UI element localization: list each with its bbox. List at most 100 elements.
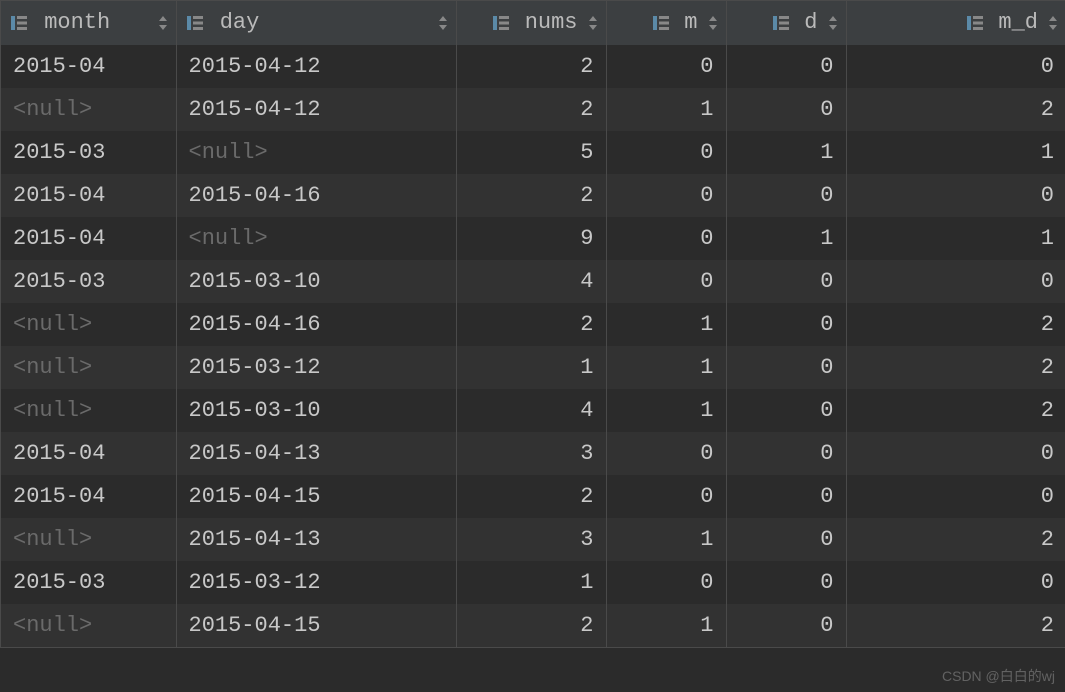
table-row[interactable]: <null>2015-04-133102 <box>1 518 1065 561</box>
cell-month[interactable]: 2015-03 <box>1 561 176 604</box>
cell-m_d[interactable]: 0 <box>846 174 1065 217</box>
cell-month[interactable]: <null> <box>1 88 176 131</box>
table-row[interactable]: 2015-042015-04-133000 <box>1 432 1065 475</box>
table-row[interactable]: 2015-042015-04-162000 <box>1 174 1065 217</box>
cell-m[interactable]: 0 <box>606 174 726 217</box>
cell-day[interactable]: <null> <box>176 217 456 260</box>
cell-m[interactable]: 0 <box>606 260 726 303</box>
cell-m_d[interactable]: 2 <box>846 88 1065 131</box>
column-header-day[interactable]: day <box>176 1 456 45</box>
cell-d[interactable]: 0 <box>726 604 846 647</box>
sort-icon[interactable] <box>708 15 718 31</box>
cell-m_d[interactable]: 0 <box>846 432 1065 475</box>
cell-m[interactable]: 0 <box>606 217 726 260</box>
cell-month[interactable]: 2015-03 <box>1 260 176 303</box>
cell-m[interactable]: 1 <box>606 389 726 432</box>
cell-m_d[interactable]: 0 <box>846 561 1065 604</box>
cell-nums[interactable]: 2 <box>456 475 606 518</box>
cell-day[interactable]: 2015-04-12 <box>176 45 456 88</box>
column-header-nums[interactable]: nums <box>456 1 606 45</box>
table-row[interactable]: <null>2015-04-152102 <box>1 604 1065 647</box>
cell-d[interactable]: 0 <box>726 88 846 131</box>
table-row[interactable]: 2015-042015-04-152000 <box>1 475 1065 518</box>
cell-d[interactable]: 1 <box>726 217 846 260</box>
sort-icon[interactable] <box>588 15 598 31</box>
cell-d[interactable]: 0 <box>726 561 846 604</box>
table-row[interactable]: <null>2015-04-122102 <box>1 88 1065 131</box>
cell-day[interactable]: 2015-04-12 <box>176 88 456 131</box>
cell-d[interactable]: 0 <box>726 432 846 475</box>
cell-nums[interactable]: 2 <box>456 174 606 217</box>
cell-month[interactable]: <null> <box>1 389 176 432</box>
cell-m_d[interactable]: 0 <box>846 475 1065 518</box>
cell-m_d[interactable]: 0 <box>846 45 1065 88</box>
sort-icon[interactable] <box>1048 15 1058 31</box>
sort-icon[interactable] <box>828 15 838 31</box>
table-row[interactable]: <null>2015-04-162102 <box>1 303 1065 346</box>
cell-nums[interactable]: 2 <box>456 88 606 131</box>
cell-m_d[interactable]: 2 <box>846 518 1065 561</box>
cell-month[interactable]: 2015-04 <box>1 174 176 217</box>
cell-month[interactable]: 2015-04 <box>1 432 176 475</box>
cell-d[interactable]: 0 <box>726 346 846 389</box>
cell-m_d[interactable]: 2 <box>846 303 1065 346</box>
cell-m_d[interactable]: 0 <box>846 260 1065 303</box>
cell-m_d[interactable]: 2 <box>846 346 1065 389</box>
cell-m[interactable]: 0 <box>606 45 726 88</box>
cell-month[interactable]: 2015-04 <box>1 45 176 88</box>
cell-day[interactable]: 2015-03-12 <box>176 346 456 389</box>
cell-d[interactable]: 0 <box>726 174 846 217</box>
cell-month[interactable]: 2015-04 <box>1 217 176 260</box>
cell-m[interactable]: 1 <box>606 604 726 647</box>
cell-m[interactable]: 1 <box>606 303 726 346</box>
cell-day[interactable]: <null> <box>176 131 456 174</box>
cell-m[interactable]: 0 <box>606 432 726 475</box>
cell-d[interactable]: 1 <box>726 131 846 174</box>
table-row[interactable]: 2015-032015-03-104000 <box>1 260 1065 303</box>
cell-d[interactable]: 0 <box>726 389 846 432</box>
cell-nums[interactable]: 2 <box>456 45 606 88</box>
table-row[interactable]: <null>2015-03-121102 <box>1 346 1065 389</box>
table-row[interactable]: 2015-04<null>9011 <box>1 217 1065 260</box>
cell-nums[interactable]: 5 <box>456 131 606 174</box>
cell-m_d[interactable]: 2 <box>846 389 1065 432</box>
cell-d[interactable]: 0 <box>726 475 846 518</box>
sort-icon[interactable] <box>438 15 448 31</box>
cell-month[interactable]: <null> <box>1 604 176 647</box>
cell-m_d[interactable]: 1 <box>846 131 1065 174</box>
cell-nums[interactable]: 1 <box>456 346 606 389</box>
cell-day[interactable]: 2015-04-16 <box>176 174 456 217</box>
cell-m[interactable]: 1 <box>606 346 726 389</box>
cell-month[interactable]: <null> <box>1 518 176 561</box>
cell-nums[interactable]: 3 <box>456 432 606 475</box>
cell-day[interactable]: 2015-04-13 <box>176 518 456 561</box>
table-row[interactable]: 2015-032015-03-121000 <box>1 561 1065 604</box>
cell-month[interactable]: 2015-04 <box>1 475 176 518</box>
sort-icon[interactable] <box>158 15 168 31</box>
cell-day[interactable]: 2015-04-15 <box>176 475 456 518</box>
cell-m[interactable]: 0 <box>606 131 726 174</box>
column-header-month[interactable]: month <box>1 1 176 45</box>
cell-d[interactable]: 0 <box>726 45 846 88</box>
cell-day[interactable]: 2015-03-10 <box>176 389 456 432</box>
cell-m_d[interactable]: 1 <box>846 217 1065 260</box>
cell-m[interactable]: 0 <box>606 561 726 604</box>
cell-m[interactable]: 0 <box>606 475 726 518</box>
cell-day[interactable]: 2015-04-15 <box>176 604 456 647</box>
cell-month[interactable]: <null> <box>1 303 176 346</box>
table-row[interactable]: <null>2015-03-104102 <box>1 389 1065 432</box>
cell-nums[interactable]: 9 <box>456 217 606 260</box>
cell-m_d[interactable]: 2 <box>846 604 1065 647</box>
table-row[interactable]: 2015-03<null>5011 <box>1 131 1065 174</box>
column-header-d[interactable]: d <box>726 1 846 45</box>
cell-nums[interactable]: 4 <box>456 389 606 432</box>
cell-month[interactable]: <null> <box>1 346 176 389</box>
cell-nums[interactable]: 2 <box>456 604 606 647</box>
table-row[interactable]: 2015-042015-04-122000 <box>1 45 1065 88</box>
cell-nums[interactable]: 3 <box>456 518 606 561</box>
cell-d[interactable]: 0 <box>726 260 846 303</box>
cell-month[interactable]: 2015-03 <box>1 131 176 174</box>
cell-day[interactable]: 2015-03-10 <box>176 260 456 303</box>
cell-m[interactable]: 1 <box>606 518 726 561</box>
cell-day[interactable]: 2015-03-12 <box>176 561 456 604</box>
